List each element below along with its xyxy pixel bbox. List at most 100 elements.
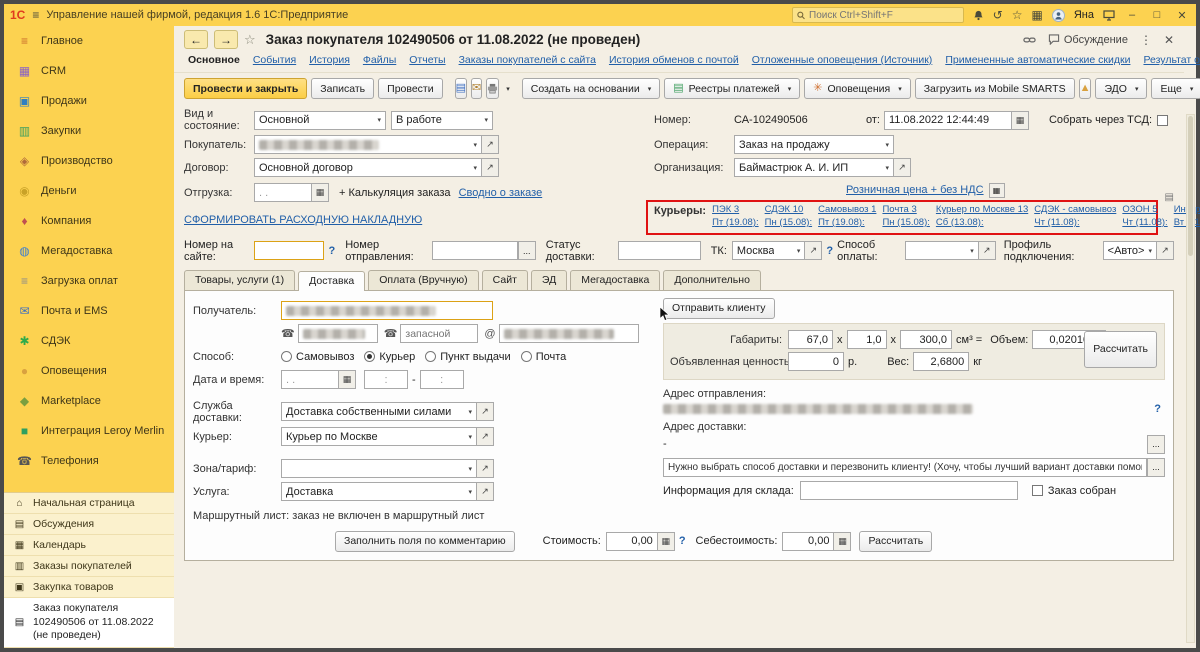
email-icon-button[interactable]: ✉ bbox=[471, 78, 482, 99]
favorite-star-icon[interactable]: ☆ bbox=[244, 32, 256, 48]
print-dropdown-icon[interactable] bbox=[506, 85, 510, 93]
connection-profile-select[interactable]: <Авто> bbox=[1103, 241, 1157, 260]
nav-link-send-result[interactable]: Результат отправки (Простые оповещения) bbox=[1143, 54, 1200, 66]
recipient-input[interactable] bbox=[281, 301, 493, 320]
height-input[interactable]: 300,0 bbox=[900, 330, 952, 349]
courier-link-pickup[interactable]: Самовывоз 1Пт (19.08): bbox=[818, 204, 876, 230]
operation-select[interactable]: Заказ на продажу bbox=[734, 135, 894, 154]
time-from-field[interactable]: : bbox=[364, 370, 408, 389]
tab-goods-services[interactable]: Товары, услуги (1) bbox=[184, 270, 295, 290]
tab-customer-orders[interactable]: ▥ Заказы покупателей bbox=[4, 556, 174, 577]
sidebar-item-sales[interactable]: ▣ Продажи bbox=[4, 86, 174, 116]
tab-additional[interactable]: Дополнительно bbox=[663, 270, 761, 290]
sidebar-item-main[interactable]: ≡ Главное bbox=[4, 26, 174, 56]
radio-courier-label[interactable]: Курьер bbox=[379, 351, 415, 363]
email-input[interactable] bbox=[499, 324, 639, 343]
tab-goods-purchase[interactable]: ▣ Закупка товаров bbox=[4, 577, 174, 598]
user-name[interactable]: Яна bbox=[1074, 9, 1094, 21]
scrollbar-thumb[interactable] bbox=[1188, 116, 1193, 256]
zone-tariff-select[interactable] bbox=[281, 459, 477, 478]
order-summary-link[interactable]: Сводно о заказе bbox=[459, 187, 543, 199]
post-button[interactable]: Провести bbox=[378, 78, 442, 99]
order-state-select[interactable]: В работе bbox=[391, 111, 493, 130]
contract-select[interactable]: Основной договор bbox=[254, 158, 482, 177]
calendar-icon[interactable] bbox=[1012, 111, 1029, 130]
delivery-status-input[interactable] bbox=[618, 241, 701, 260]
calendar-icon[interactable] bbox=[312, 183, 329, 202]
radio-pickup-label[interactable]: Самовывоз bbox=[296, 351, 354, 363]
open-tk-icon[interactable] bbox=[805, 241, 822, 260]
open-buyer-icon[interactable] bbox=[482, 135, 499, 154]
courier-link-pek[interactable]: ПЭК 3Пт (19.08): bbox=[712, 204, 759, 230]
price-grid-icon[interactable] bbox=[989, 183, 1005, 198]
main-menu-icon[interactable]: ≡ bbox=[32, 9, 39, 21]
radio-pickup-point[interactable] bbox=[425, 351, 436, 362]
create-based-on-button[interactable]: Создать на основании bbox=[522, 78, 660, 99]
sidebar-item-company[interactable]: ♦ Компания bbox=[4, 206, 174, 236]
tab-discussions[interactable]: ▤ Обсуждения bbox=[4, 514, 174, 535]
shipping-date-field[interactable]: . . bbox=[254, 183, 312, 202]
open-courier-icon[interactable] bbox=[477, 427, 494, 446]
recalculate-button[interactable]: Рассчитать bbox=[859, 531, 932, 552]
discussion-button[interactable]: Обсуждение bbox=[1048, 34, 1128, 46]
tab-ed[interactable]: ЭД bbox=[531, 270, 567, 290]
cost-price-calc-icon[interactable] bbox=[834, 532, 851, 551]
nav-link-reports[interactable]: Отчеты bbox=[409, 54, 445, 66]
order-date-field[interactable]: 11.08.2022 12:44:49 bbox=[884, 111, 1012, 130]
sidebar-item-mail-ems[interactable]: ✉ Почта и EMS bbox=[4, 296, 174, 326]
sidebar-item-payments-load[interactable]: ≡ Загрузка оплат bbox=[4, 266, 174, 296]
nav-link-deferred-alerts[interactable]: Отложенные оповещения (Источник) bbox=[752, 54, 933, 66]
tab-site[interactable]: Сайт bbox=[482, 270, 528, 290]
nav-link-events[interactable]: События bbox=[253, 54, 296, 66]
courier-link-post[interactable]: Почта 3Пн (15.08): bbox=[882, 204, 929, 230]
warehouse-info-input[interactable] bbox=[800, 481, 1018, 500]
declared-value-input[interactable]: 0 bbox=[788, 352, 844, 371]
open-organization-icon[interactable] bbox=[894, 158, 911, 177]
tab-start-page[interactable]: ⌂ Начальная страница bbox=[4, 493, 174, 514]
display-icon[interactable] bbox=[1103, 10, 1115, 21]
nav-link-mail-exchange[interactable]: История обменов с почтой bbox=[609, 54, 739, 66]
calculator-icon[interactable]: ▦ bbox=[1032, 9, 1043, 21]
payment-registers-button[interactable]: ▤Реестры платежей bbox=[664, 78, 800, 99]
document-icon-button[interactable]: ▤ bbox=[455, 78, 467, 99]
open-delivery-service-icon[interactable] bbox=[477, 402, 494, 421]
sidebar-item-purchases[interactable]: ▥ Закупки bbox=[4, 116, 174, 146]
sidebar-item-crm[interactable]: ▦ CRM bbox=[4, 56, 174, 86]
search-input[interactable] bbox=[809, 10, 959, 21]
nav-link-history[interactable]: История bbox=[309, 54, 350, 66]
upload-icon-button[interactable]: ▲ bbox=[1079, 78, 1092, 99]
address-to-value[interactable]: - bbox=[663, 438, 667, 450]
order-collected-label[interactable]: Заказ собран bbox=[1048, 485, 1116, 497]
order-calculation-link[interactable]: + Калькуляция заказа bbox=[339, 187, 451, 199]
dropdown-icon[interactable] bbox=[373, 116, 381, 124]
dropdown-icon[interactable] bbox=[793, 247, 801, 255]
nav-link-main[interactable]: Основное bbox=[188, 54, 240, 66]
scrollbar[interactable] bbox=[1186, 114, 1195, 643]
pin-panel-icon[interactable] bbox=[1165, 192, 1174, 203]
radio-post[interactable] bbox=[521, 351, 532, 362]
toolbar-more-button[interactable]: Еще bbox=[1151, 78, 1200, 99]
sidebar-item-money[interactable]: ◉ Деньги bbox=[4, 176, 174, 206]
notifications-bell-icon[interactable] bbox=[973, 10, 984, 21]
order-number-value[interactable]: СА-102490506 bbox=[734, 114, 852, 126]
courier-link-cdek-pickup[interactable]: СДЭК - самовывозЧт (11.08): bbox=[1034, 204, 1116, 230]
cost-calc-icon[interactable] bbox=[658, 532, 675, 551]
more-actions-icon[interactable]: ⋮ bbox=[1140, 33, 1152, 47]
tab-payment[interactable]: Оплата (Вручную) bbox=[368, 270, 478, 290]
open-zone-tariff-icon[interactable] bbox=[477, 459, 494, 478]
service-select[interactable]: Доставка bbox=[281, 482, 477, 501]
dropdown-icon[interactable] bbox=[464, 433, 472, 441]
tab-megadelivery[interactable]: Мегадоставка bbox=[570, 270, 660, 290]
nav-link-site-orders[interactable]: Заказы покупателей с сайта bbox=[459, 54, 596, 66]
help-icon[interactable]: ? bbox=[679, 535, 686, 547]
close-document-icon[interactable]: ✕ bbox=[1164, 33, 1174, 47]
sidebar-item-telephony[interactable]: ☎ Телефония bbox=[4, 446, 174, 476]
help-icon[interactable]: ? bbox=[328, 245, 335, 257]
dropdown-icon[interactable] bbox=[881, 164, 889, 172]
time-to-field[interactable]: : bbox=[420, 370, 464, 389]
organization-select[interactable]: Баймастрюк А. И. ИП bbox=[734, 158, 894, 177]
sidebar-item-alerts[interactable]: ● Оповещения bbox=[4, 356, 174, 386]
shipment-number-more-icon[interactable]: ... bbox=[518, 241, 536, 260]
forward-icon[interactable]: → bbox=[214, 30, 238, 49]
maximize-icon[interactable]: □ bbox=[1149, 9, 1165, 21]
